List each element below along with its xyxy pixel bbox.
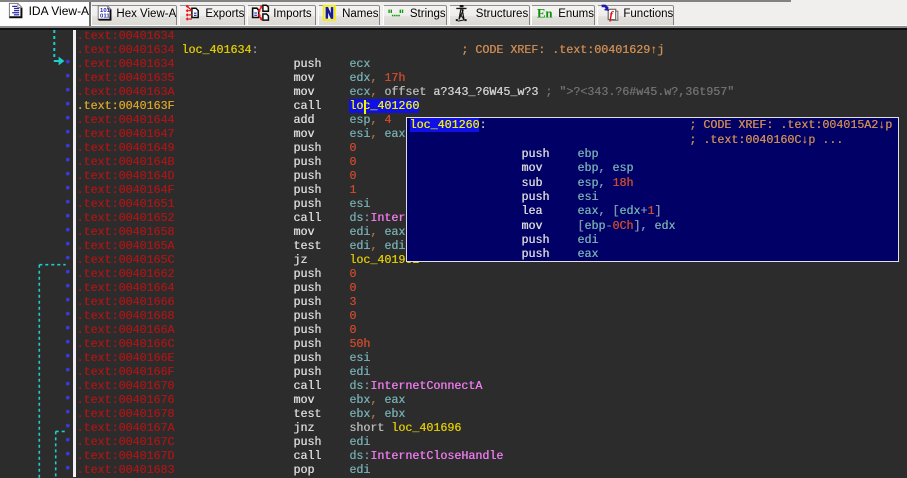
svg-text:En: En: [537, 7, 552, 21]
svg-text:011: 011: [100, 14, 110, 20]
